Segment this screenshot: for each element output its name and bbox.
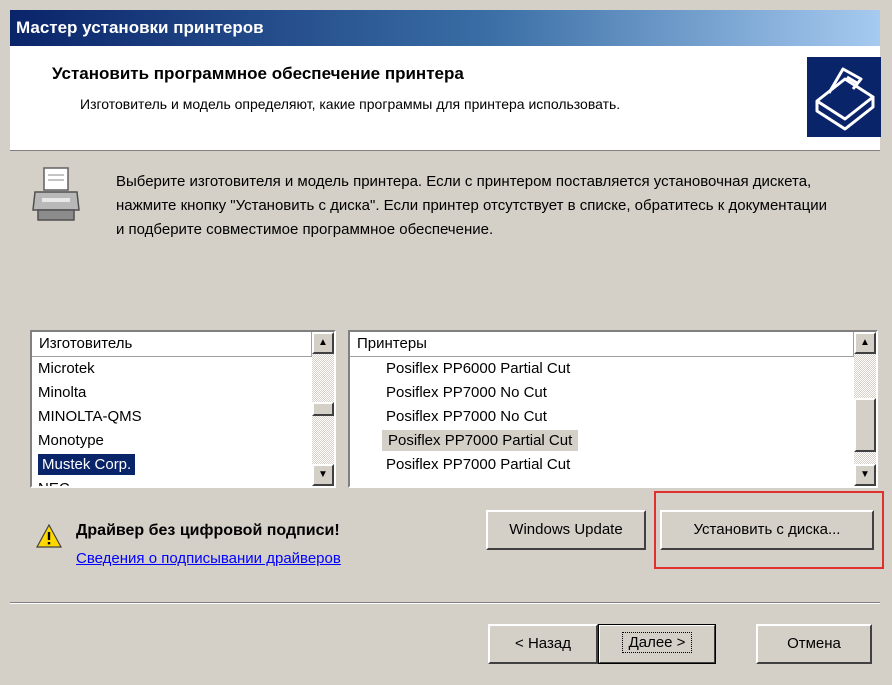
printers-column-header: Принтеры	[350, 332, 854, 357]
list-item[interactable]: Minolta	[38, 381, 334, 405]
have-disk-button[interactable]: Установить с диска...	[660, 510, 874, 550]
next-button[interactable]: Далее >	[598, 624, 716, 664]
manufacturer-scrollbar[interactable]: ▲ ▼	[312, 332, 334, 486]
scroll-up-button[interactable]: ▲	[312, 332, 334, 354]
cancel-button[interactable]: Отмена	[756, 624, 872, 664]
scroll-down-button[interactable]: ▼	[854, 464, 876, 486]
list-item[interactable]: Posiflex PP7000 No Cut	[386, 405, 876, 429]
manufacturer-column-header: Изготовитель	[32, 332, 312, 357]
header-subtitle: Изготовитель и модель определяют, какие …	[80, 96, 621, 112]
title-bar: Мастер установки принтеров	[10, 10, 880, 46]
list-item-selected[interactable]: Posiflex PP7000 Partial Cut	[382, 429, 876, 453]
list-item-selected[interactable]: Mustek Corp.	[36, 453, 334, 477]
windows-update-button[interactable]: Windows Update	[486, 510, 646, 550]
list-item[interactable]: NEC	[38, 477, 334, 486]
scroll-up-button[interactable]: ▲	[854, 332, 876, 354]
warning-icon	[35, 523, 63, 548]
manufacturer-listbox[interactable]: Изготовитель Microtek Minolta MINOLTA-QM…	[30, 330, 336, 488]
wizard-header: Установить программное обеспечение принт…	[10, 46, 881, 151]
scroll-down-button[interactable]: ▼	[312, 464, 334, 486]
list-item[interactable]: Monotype	[38, 429, 334, 453]
scroll-thumb[interactable]	[312, 402, 334, 416]
list-item[interactable]: MINOLTA-QMS	[38, 405, 334, 429]
printers-listbox[interactable]: Принтеры Posiflex PP6000 Partial Cut Pos…	[348, 330, 878, 488]
printer-icon	[32, 166, 82, 224]
printer-wizard-icon	[807, 57, 881, 137]
list-item[interactable]: Posiflex PP7000 Partial Cut	[386, 453, 876, 477]
header-title: Установить программное обеспечение принт…	[52, 64, 464, 83]
list-item[interactable]: Posiflex PP6000 Partial Cut	[386, 357, 876, 381]
list-item[interactable]: Posiflex PP7000 No Cut	[386, 381, 876, 405]
instructions-text: Выберите изготовителя и модель принтера.…	[116, 173, 827, 238]
back-button[interactable]: < Назад	[488, 624, 598, 664]
unsigned-driver-warning: Драйвер без цифровой подписи!	[76, 522, 340, 539]
driver-signing-info-link[interactable]: Сведения о подписывании драйверов	[76, 550, 341, 567]
scroll-thumb[interactable]	[854, 398, 876, 452]
printers-scrollbar[interactable]: ▲ ▼	[854, 332, 876, 486]
list-item[interactable]: Microtek	[38, 357, 334, 381]
separator	[10, 602, 880, 604]
printer-wizard-window: Мастер установки принтеров Установить пр…	[0, 0, 892, 685]
